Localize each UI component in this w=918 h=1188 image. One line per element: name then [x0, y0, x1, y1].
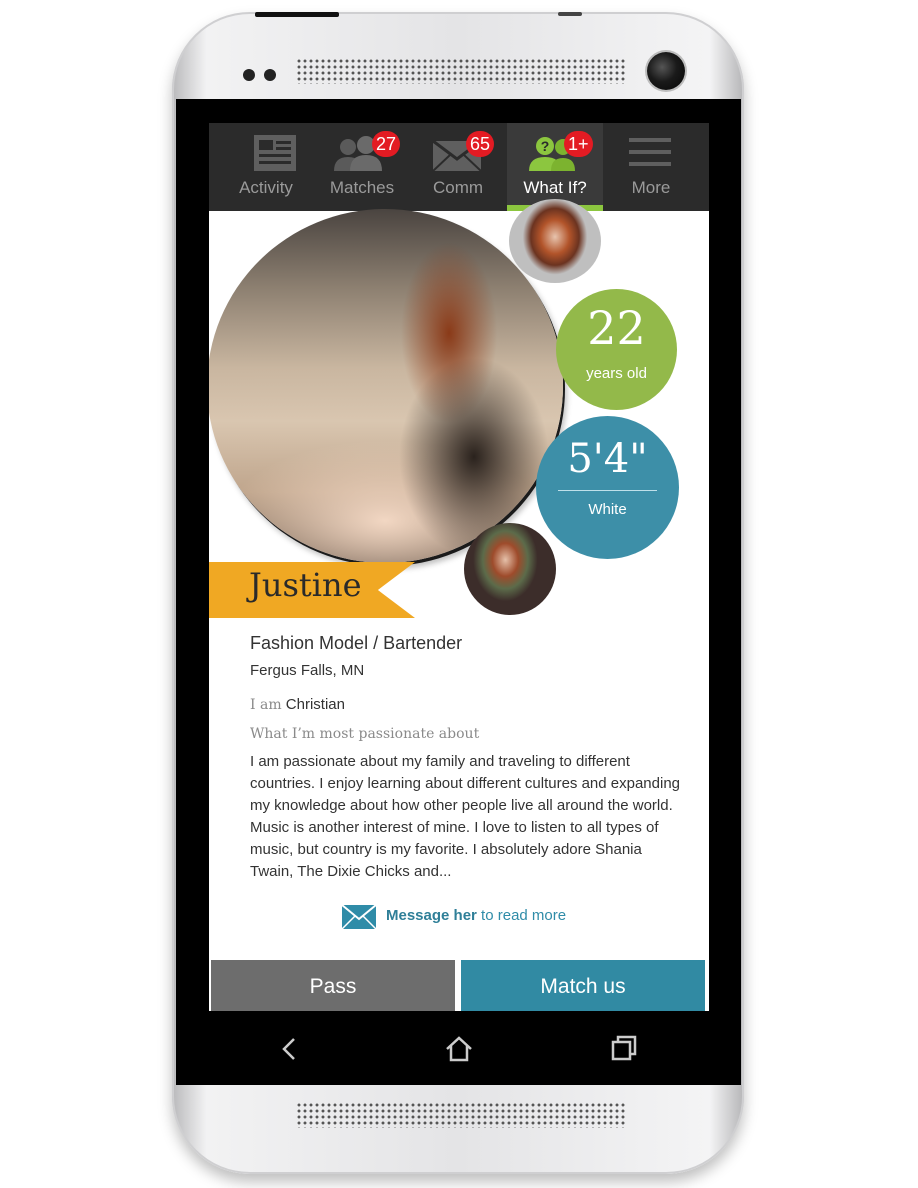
bottom-speaker-grille [296, 1102, 626, 1128]
tab-label: What If? [523, 178, 587, 197]
ethnicity-value: White [588, 501, 627, 518]
profile-main-photo[interactable] [209, 209, 563, 563]
bio-text: I am passionate about my family and trav… [250, 753, 681, 880]
profile-name: Justine [249, 566, 362, 604]
age-unit: years old [586, 365, 647, 382]
menu-icon [629, 138, 671, 166]
pass-button[interactable]: Pass [211, 960, 455, 1011]
badge-count: 65 [466, 131, 495, 157]
tab-label: More [631, 178, 671, 197]
age-circle: 22 years old [556, 289, 677, 410]
profile-thumbnail-photo[interactable] [509, 199, 601, 283]
height-value: 5'4" [567, 436, 648, 482]
divider [558, 490, 657, 491]
profile-thumbnail-photo[interactable] [464, 523, 556, 615]
location: Fergus Falls, MN [250, 662, 365, 679]
faith-line: I am Christian [250, 696, 345, 713]
app-screen: Activity 27 Matches 65 Comm ? 1+ What If… [209, 123, 709, 1011]
tab-label: Activity [239, 178, 293, 197]
message-link-rest: to read more [476, 907, 567, 924]
recent-apps-icon[interactable] [605, 1029, 645, 1069]
tab-bar: Activity 27 Matches 65 Comm ? 1+ What If… [209, 123, 709, 211]
newspaper-icon [254, 135, 296, 171]
phone-edge-detail [255, 12, 339, 17]
light-sensor [264, 69, 276, 81]
top-speaker-grille [296, 58, 626, 84]
match-us-button[interactable]: Match us [461, 960, 705, 1011]
back-icon[interactable] [269, 1029, 309, 1069]
badge-count: 1+ [564, 131, 593, 157]
tab-comm[interactable]: 65 Comm [410, 123, 506, 211]
message-link-text: Message her to read more [386, 907, 566, 924]
tab-what-if[interactable]: ? 1+ What If? [507, 123, 603, 211]
faith-value: Christian [285, 696, 345, 713]
badge-count: 27 [372, 131, 401, 157]
front-camera [647, 52, 685, 90]
passion-heading: What I’m most passionate about [250, 726, 480, 742]
tab-activity[interactable]: Activity [218, 123, 314, 211]
height-circle: 5'4" White [536, 416, 679, 559]
occupation: Fashion Model / Bartender [250, 633, 463, 653]
faith-prefix: I am [250, 697, 282, 713]
tab-more[interactable]: More [603, 123, 699, 211]
tab-label: Comm [432, 178, 484, 197]
home-icon[interactable] [439, 1029, 479, 1069]
svg-text:?: ? [541, 138, 550, 154]
phone-edge-detail [558, 12, 582, 16]
system-nav-bar [209, 1011, 709, 1085]
proximity-sensor [243, 69, 255, 81]
tab-matches[interactable]: 27 Matches [314, 123, 410, 211]
message-link-strong: Message her [386, 907, 477, 924]
age-value: 22 [587, 301, 646, 355]
envelope-icon [342, 905, 376, 929]
tab-label: Matches [329, 178, 395, 197]
